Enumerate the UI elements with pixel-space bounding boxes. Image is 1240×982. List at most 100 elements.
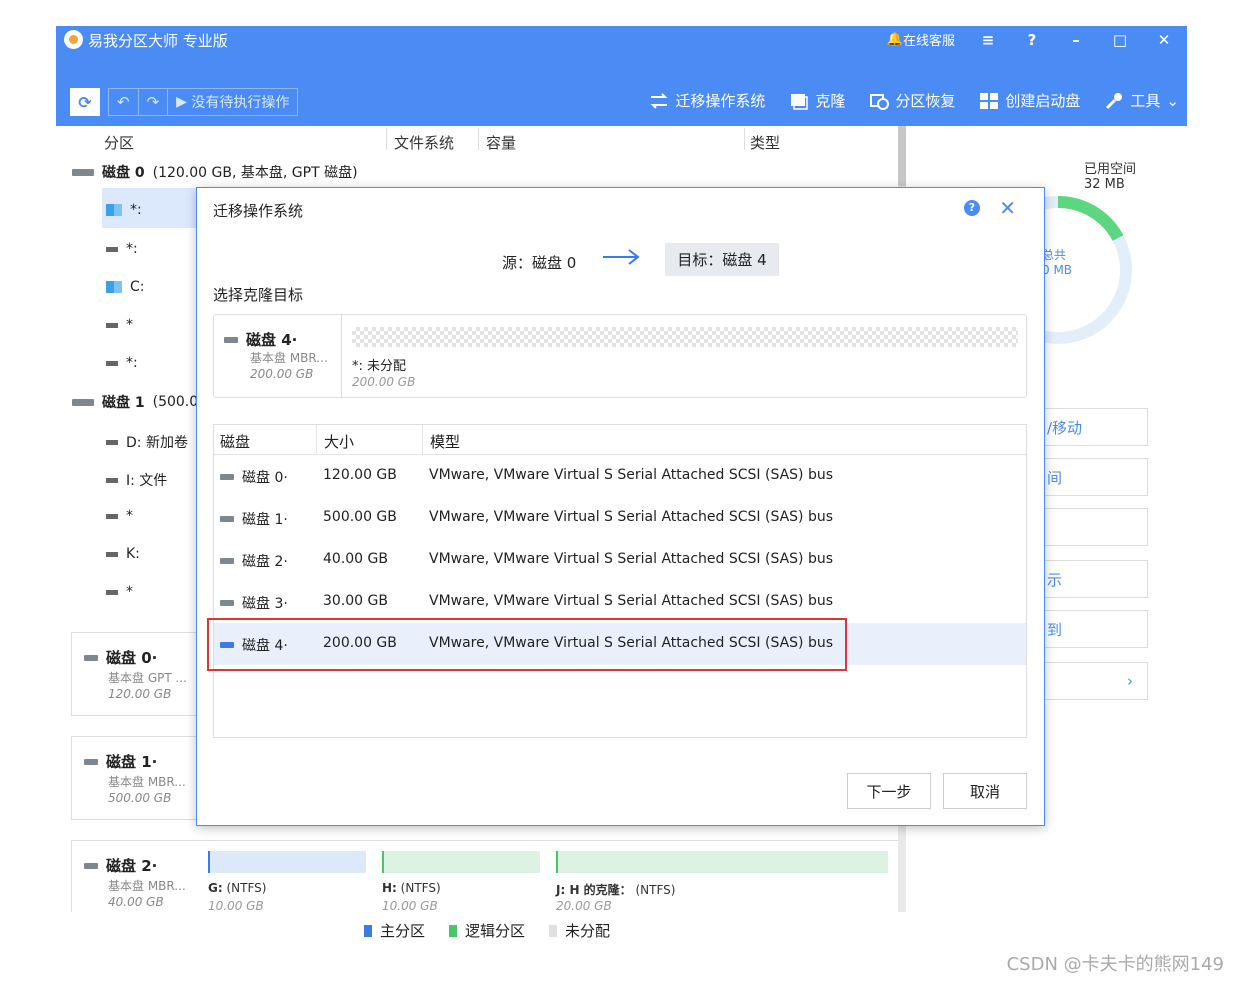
watermark: CSDN @卡夫卡的熊网149 <box>1006 954 1224 975</box>
undo-redo-group: ↶ ↷ ▶ 没有待执行操作 <box>108 88 299 116</box>
partition-label: K: <box>126 546 140 562</box>
total-value: 0 MB <box>1042 263 1073 277</box>
close-icon[interactable]: ✕ <box>999 196 1016 220</box>
partition-recovery-label: 分区恢复 <box>895 92 956 110</box>
tree-partition[interactable]: *: <box>106 241 138 257</box>
col-divider <box>386 128 387 150</box>
redo-icon[interactable]: ↷ <box>139 89 169 115</box>
tree-partition[interactable]: K: <box>106 546 140 562</box>
tree-disk-1[interactable]: 磁盘 1 (500.0 <box>72 392 198 412</box>
partition-recovery-button[interactable]: 分区恢复 <box>869 90 955 111</box>
create-boot-disk-button[interactable]: 创建启动盘 <box>979 90 1080 111</box>
create-boot-disk-label: 创建启动盘 <box>1005 92 1081 110</box>
table-row[interactable]: 磁盘 3· 30.00 GB VMware, VMware Virtual S … <box>214 581 1026 623</box>
title-bar: 易我分区大师 专业版 🔔 在线客服 ≡ ? – □ ✕ ⟳ ↶ ↷ ▶ 没有待执… <box>56 26 1187 126</box>
maximize-button[interactable]: □ <box>1109 31 1131 49</box>
tools-label: 工具 <box>1130 92 1161 110</box>
tree-disk-0[interactable]: 磁盘 0 (120.00 GB, 基本盘, GPT 磁盘) <box>72 162 358 182</box>
disk-card-type: 基本盘 MBR... <box>108 879 186 893</box>
help-icon[interactable]: ? <box>964 200 980 216</box>
clone-label: 克隆 <box>815 92 846 110</box>
recovery-icon <box>869 92 890 110</box>
pending-ops-label: 没有待执行操作 <box>191 95 290 111</box>
col-divider <box>478 128 479 150</box>
partition-icon <box>106 439 118 445</box>
clone-icon <box>789 92 809 110</box>
legend-label: 未分配 <box>565 922 611 940</box>
partition-label: C: <box>130 279 145 295</box>
table-row[interactable]: 磁盘 0· 120.00 GB VMware, VMware Virtual S… <box>214 455 1026 497</box>
col-header-partition[interactable]: 分区 <box>104 132 134 153</box>
refresh-button[interactable]: ⟳ <box>70 88 100 116</box>
partition-icon <box>106 551 118 557</box>
total-space: 总共 0 MB <box>1042 246 1072 277</box>
next-button[interactable]: 下一步 <box>847 773 931 809</box>
partition-icon <box>106 513 118 519</box>
resize-move-button[interactable]: /移动 <box>1040 408 1148 446</box>
table-row[interactable]: 磁盘 2· 40.00 GB VMware, VMware Virtual S … <box>214 539 1026 581</box>
action-button[interactable]: 间 <box>1040 458 1148 496</box>
col-header-model[interactable]: 模型 <box>430 431 460 452</box>
tree-partition[interactable]: *: <box>106 355 138 371</box>
cancel-button[interactable]: 取消 <box>943 773 1027 809</box>
tools-menu-button[interactable]: 工具 ⌄ <box>1104 90 1179 111</box>
partition-label: *: <box>126 355 138 371</box>
tree-partition[interactable]: * <box>106 317 133 333</box>
unallocated-bar <box>352 327 1018 347</box>
hard-disk-icon <box>224 336 238 343</box>
pending-ops-button[interactable]: ▶ 没有待执行操作 <box>168 89 297 115</box>
migrate-os-dialog: 迁移操作系统 ? ✕ 源：磁盘 0 目标：磁盘 4 选择克隆目标 磁盘 4· 基… <box>196 187 1045 826</box>
clone-button[interactable]: 克隆 <box>789 90 845 111</box>
col-header-capacity[interactable]: 容量 <box>486 132 516 153</box>
col-header-size[interactable]: 大小 <box>324 431 354 452</box>
disk-card-2[interactable]: 磁盘 2· 基本盘 MBR... 40.00 GB G: (NTFS) 10.0… <box>71 840 899 912</box>
col-header-type[interactable]: 类型 <box>750 132 780 153</box>
tree-partition[interactable]: * <box>106 584 133 600</box>
legend-swatch <box>364 924 372 937</box>
action-button[interactable] <box>1040 508 1148 546</box>
minimize-button[interactable]: – <box>1065 31 1087 49</box>
scrollbar-thumb[interactable] <box>898 126 906 186</box>
legend-item-logical: 逻辑分区 <box>449 920 525 941</box>
row-model: VMware, VMware Virtual S Serial Attached… <box>429 593 834 609</box>
hard-disk-icon <box>84 758 98 765</box>
migrate-os-button[interactable]: 迁移操作系统 <box>649 90 765 111</box>
partition-bar-size: 10.00 GB <box>382 899 438 912</box>
col-header-disk[interactable]: 磁盘 <box>220 431 250 452</box>
hard-disk-icon <box>220 600 234 606</box>
action-button[interactable]: 示 <box>1040 560 1148 598</box>
help-icon[interactable]: ? <box>1021 31 1043 49</box>
windows-partition-icon <box>106 281 122 293</box>
disk-info: (500.0 <box>152 394 199 410</box>
tree-partition[interactable]: I: 文件 <box>106 470 167 490</box>
partition-bar-j[interactable] <box>556 851 888 873</box>
tree-partition[interactable]: * <box>106 508 133 524</box>
undo-icon[interactable]: ↶ <box>109 89 139 115</box>
action-button[interactable]: 到 <box>1040 610 1148 648</box>
table-row[interactable]: 磁盘 1· 500.00 GB VMware, VMware Virtual S… <box>214 497 1026 539</box>
table-header: 磁盘 大小 模型 <box>214 425 1026 455</box>
partition-label: I: 文件 <box>126 473 168 489</box>
legend-item-primary: 主分区 <box>364 920 425 941</box>
col-header-filesystem[interactable]: 文件系统 <box>394 132 454 153</box>
windows-partition-icon <box>106 204 122 216</box>
menu-icon[interactable]: ≡ <box>977 31 999 49</box>
partition-bar-h[interactable] <box>382 851 540 873</box>
hard-disk-icon <box>84 654 98 661</box>
tree-partition[interactable]: *: <box>106 202 142 218</box>
partition-bar-g[interactable] <box>208 851 366 873</box>
row-model: VMware, VMware Virtual S Serial Attached… <box>429 551 834 567</box>
unallocated-label: *: 未分配 <box>352 359 407 374</box>
disk-info: (120.00 GB, 基本盘, GPT 磁盘) <box>152 165 358 181</box>
tree-partition[interactable]: D: 新加卷 <box>106 432 188 452</box>
hard-disk-icon <box>220 558 234 564</box>
disk-table: 磁盘 大小 模型 磁盘 0· 120.00 GB VMware, VMware … <box>213 424 1027 738</box>
row-disk: 磁盘 1· <box>220 509 288 529</box>
partition-bar-label: H: (NTFS) <box>382 881 441 895</box>
tree-partition[interactable]: C: <box>106 279 145 295</box>
close-button[interactable]: ✕ <box>1153 31 1175 49</box>
more-actions-button[interactable]: › <box>1040 662 1148 700</box>
migrate-os-label: 迁移操作系统 <box>675 92 766 110</box>
partition-label: D: 新加卷 <box>126 435 188 451</box>
online-support-button[interactable]: 🔔 在线客服 <box>887 30 955 49</box>
